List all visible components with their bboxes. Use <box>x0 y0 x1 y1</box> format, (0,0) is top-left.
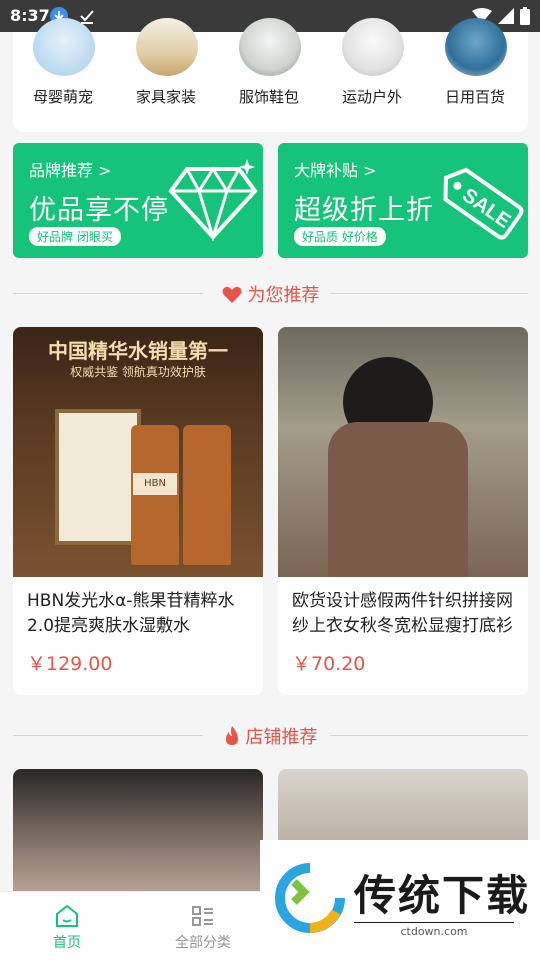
product-image-sub: 权威共鉴 领航真功效护肤 <box>70 365 206 379</box>
banner-headline: 优品享不停 <box>29 195 169 226</box>
battery-icon <box>520 7 530 25</box>
product-price: ￥70.20 <box>292 653 366 675</box>
brand-recommend-banner[interactable]: 品牌推荐 > 优品享不停 好品牌 闭眼买 <box>13 143 263 258</box>
product-card[interactable]: 中国精华水销量第一 权威共鉴 领航真功效护肤 HBN HBN发光水α-熊果苷精粹… <box>13 327 263 695</box>
signal-icon <box>498 8 514 24</box>
section-title: 店铺推荐 <box>13 723 528 749</box>
banner-pill: 好品质 好价格 <box>294 227 386 246</box>
product-image-headline: 中国精华水销量第一 <box>48 339 228 363</box>
sale-tag-text: SALE <box>458 184 514 233</box>
tab-home[interactable]: 首页 <box>17 904 117 952</box>
watermark-sub: ctdown.com <box>354 922 514 938</box>
tab-label: 首页 <box>53 935 81 951</box>
tab-all-categories[interactable]: 全部分类 <box>153 904 253 952</box>
product-image-brand: HBN <box>133 473 177 495</box>
diamond-icon <box>168 159 258 241</box>
flame-icon <box>225 726 238 745</box>
section-title: 为您推荐 <box>13 281 528 307</box>
category-sports[interactable]: 运动户外 <box>322 18 422 132</box>
category-image <box>239 18 301 76</box>
category-furniture[interactable]: 家具家装 <box>116 18 216 132</box>
recommend-title: 为您推荐 <box>247 285 320 306</box>
category-image <box>445 18 507 76</box>
product-price: ￥129.00 <box>27 653 113 675</box>
product-image <box>278 327 528 577</box>
category-image <box>136 18 198 76</box>
recommend-divider: 为您推荐 <box>13 281 528 307</box>
banner-title: 大牌补贴 > <box>294 161 377 180</box>
banner-title: 品牌推荐 > <box>29 161 112 180</box>
shop-divider: 店铺推荐 <box>13 723 528 749</box>
category-label: 运动户外 <box>341 88 402 106</box>
category-card: 母婴萌宠 家具家装 服饰鞋包 运动户外 日用百货 <box>13 18 528 132</box>
big-brand-subsidy-banner[interactable]: 大牌补贴 > 超级折上折 好品质 好价格 SALE <box>278 143 528 258</box>
product-card[interactable]: 欧货设计感假两件针织拼接网纱上衣女秋冬宽松显瘦打底衫 ￥70.20 <box>278 327 528 695</box>
category-label: 日用百货 <box>444 88 505 106</box>
category-label: 母婴萌宠 <box>32 88 93 106</box>
list-icon <box>192 906 213 926</box>
banner-pill: 好品牌 闭眼买 <box>29 227 121 246</box>
banner-headline: 超级折上折 <box>294 195 434 226</box>
category-apparel[interactable]: 服饰鞋包 <box>219 18 319 132</box>
shop-title: 店铺推荐 <box>245 727 318 748</box>
watermark-text: 传统下载 <box>354 871 531 920</box>
category-label: 服饰鞋包 <box>238 88 299 106</box>
category-label: 家具家装 <box>135 88 196 106</box>
home-icon <box>56 904 78 927</box>
product-image: 中国精华水销量第一 权威共鉴 领航真功效护肤 HBN <box>13 327 263 577</box>
heart-icon <box>222 286 241 303</box>
watermark: 传统下载 ctdown.com <box>260 840 540 960</box>
category-image <box>342 18 404 76</box>
shop-card[interactable] <box>13 769 263 909</box>
tab-label: 全部分类 <box>175 935 231 951</box>
product-name: 欧货设计感假两件针织拼接网纱上衣女秋冬宽松显瘦打底衫 <box>292 591 513 636</box>
watermark-logo-icon <box>275 863 345 933</box>
sale-tag-icon: SALE <box>443 167 524 240</box>
category-daily[interactable]: 日用百货 <box>425 18 525 132</box>
status-time: 8:37 <box>10 6 50 25</box>
category-image <box>33 18 95 76</box>
product-name: HBN发光水α-熊果苷精粹水2.0提亮爽肤水湿敷水 <box>27 591 235 636</box>
category-baby-pets[interactable]: 母婴萌宠 <box>13 18 113 132</box>
